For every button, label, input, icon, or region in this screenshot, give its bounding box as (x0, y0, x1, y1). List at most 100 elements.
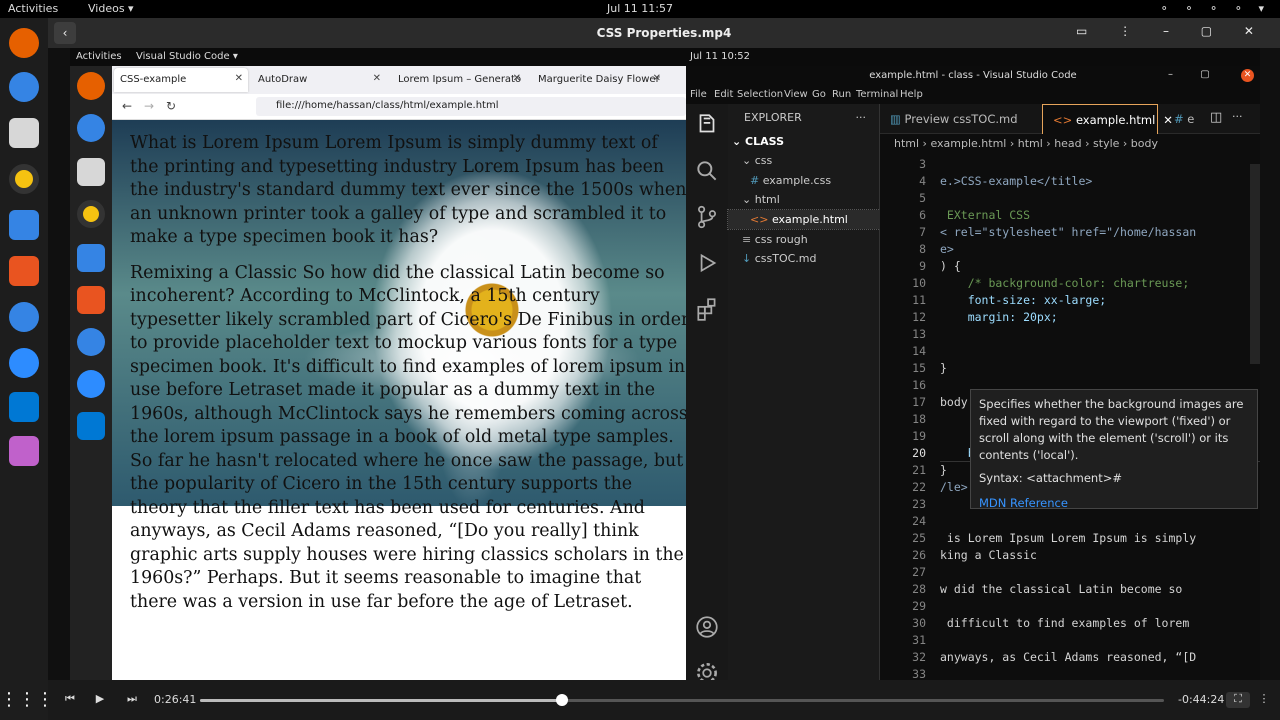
menu-terminal[interactable]: Terminal (856, 89, 898, 100)
code-line[interactable] (940, 564, 1260, 581)
clock[interactable]: Jul 11 11:57 (0, 2, 1280, 15)
code-line[interactable]: e.>CSS-example</title> (940, 173, 1260, 190)
browser-tab[interactable]: Lorem Ipsum – Generato ✕ (392, 68, 526, 92)
code-line[interactable]: font-size: xx-large; (940, 292, 1260, 309)
tab-example-html[interactable]: <> example.html ✕ (1042, 104, 1173, 134)
window-controls[interactable]: ▭ ⋮ – ▢ ✕ (1076, 24, 1268, 38)
menu-icon[interactable]: ⋮ (1252, 692, 1276, 708)
account-icon[interactable] (694, 614, 720, 640)
skip-forward-icon[interactable]: ⏭ (120, 692, 144, 708)
menu-help[interactable]: Help (900, 89, 923, 100)
more-icon[interactable]: ··· (856, 111, 867, 124)
menu-file[interactable]: File (690, 89, 707, 100)
source-control-icon[interactable] (694, 204, 720, 230)
menu-selection[interactable]: Selection (737, 89, 783, 100)
code-line[interactable]: margin: 20px; (940, 309, 1260, 326)
explorer-icon[interactable] (694, 112, 720, 138)
more-icon[interactable]: ··· (1232, 110, 1243, 123)
code-line[interactable]: difficult to find examples of lorem (940, 615, 1260, 632)
tree-item-html-folder[interactable]: ⌄ html (728, 190, 880, 209)
code-line[interactable] (940, 343, 1260, 360)
chevron-down-icon: ⌄ (742, 193, 755, 206)
close-icon[interactable]: ✕ (653, 73, 661, 84)
browser-tab[interactable]: AutoDraw ✕ (252, 68, 386, 92)
line-number: 15 (912, 361, 926, 375)
fullscreen-icon[interactable]: ⛶ (1226, 692, 1250, 708)
run-debug-icon[interactable] (694, 250, 720, 276)
seek-handle[interactable] (555, 694, 568, 706)
tab-overflow[interactable]: # e (1164, 104, 1204, 134)
code-line[interactable] (940, 513, 1260, 530)
chevron-down-icon: ⌄ (742, 154, 755, 167)
code-line[interactable] (940, 190, 1260, 207)
tree-item-css-rough[interactable]: ≡ css rough (728, 230, 880, 249)
code-line[interactable]: } (940, 360, 1260, 377)
forward-arrow-icon[interactable]: → (144, 99, 154, 113)
back-arrow-icon[interactable]: ← (122, 99, 132, 113)
close-icon[interactable]: ✕ (513, 73, 521, 84)
thunderbird-icon[interactable] (9, 72, 39, 102)
line-number: 29 (912, 599, 926, 613)
reload-icon[interactable]: ↻ (166, 99, 176, 113)
seek-bar[interactable] (200, 694, 1164, 706)
hover-syntax: Syntax: <attachment># (979, 471, 1122, 485)
zoom-icon[interactable] (9, 348, 39, 378)
explorer-root[interactable]: ⌄ CLASS (728, 132, 880, 151)
code-line[interactable]: e> (940, 241, 1260, 258)
code-line[interactable] (940, 632, 1260, 649)
breadcrumb[interactable]: html › example.html › html › head › styl… (880, 134, 1260, 154)
code-line[interactable] (940, 666, 1260, 680)
file-icon: ≡ (742, 233, 755, 246)
line-number: 9 (919, 259, 926, 273)
tree-item-example-html[interactable]: <> example.html (727, 209, 881, 230)
code-line[interactable]: king a Classic (940, 547, 1260, 564)
code-line[interactable]: is Lorem Ipsum Lorem Ipsum is simply (940, 530, 1260, 547)
code-line[interactable]: anyways, as Cecil Adams reasoned, “[D (940, 649, 1260, 666)
code-line[interactable] (940, 326, 1260, 343)
browser-tab[interactable]: Marguerite Daisy Flower ✕ (532, 68, 666, 92)
play-icon[interactable]: ▶ (88, 692, 112, 708)
settings-gear-icon[interactable] (694, 660, 720, 680)
videos-icon[interactable] (9, 436, 39, 466)
close-icon[interactable]: ✕ (373, 73, 381, 84)
skip-back-icon[interactable]: ⏮ (58, 692, 82, 708)
browser-tab[interactable]: CSS-example ✕ (114, 68, 248, 92)
mdn-reference-link[interactable]: MDN Reference (979, 495, 1249, 512)
rhythmbox-icon[interactable] (9, 164, 39, 194)
vscode-icon[interactable] (9, 392, 39, 422)
minimap[interactable] (1250, 164, 1260, 364)
code-line[interactable]: ) { (940, 258, 1260, 275)
url-bar[interactable]: file:///home/hassan/class/html/example.h… (256, 97, 686, 116)
close-icon[interactable]: ✕ (1241, 69, 1254, 82)
line-number: 33 (912, 667, 926, 680)
paragraph: What is Lorem Ipsum Lorem Ipsum is simpl… (130, 133, 686, 247)
split-editor-icon[interactable]: ◫ (1210, 110, 1222, 125)
code-line[interactable]: w did the classical Latin become so (940, 581, 1260, 598)
menu-go[interactable]: Go (812, 89, 826, 100)
extensions-icon[interactable] (694, 296, 720, 322)
menu-view[interactable]: View (784, 89, 808, 100)
show-apps-icon[interactable]: ⋮⋮⋮ (0, 680, 54, 720)
status-icons[interactable]: ⚬ ⚬ ⚬ ⚬ ▾ (1160, 2, 1270, 15)
firefox-icon[interactable] (9, 28, 39, 58)
help-icon[interactable] (9, 302, 39, 332)
tab-preview-csstoc[interactable]: ▥ Preview cssTOC.md (880, 104, 1038, 134)
code-line[interactable] (940, 598, 1260, 615)
close-icon[interactable]: ✕ (235, 73, 243, 84)
code-line[interactable] (940, 156, 1260, 173)
window-controls[interactable]: – ▢ (1168, 69, 1252, 80)
tree-item-example-css[interactable]: # example.css (728, 171, 880, 190)
search-icon[interactable] (694, 158, 720, 184)
software-icon[interactable] (9, 256, 39, 286)
code-line[interactable]: < rel="stylesheet" href="/home/hassan (940, 224, 1260, 241)
tree-item-css-folder[interactable]: ⌄ css (728, 151, 880, 170)
tab-label: CSS-example (120, 74, 187, 85)
files-icon[interactable] (9, 118, 39, 148)
tree-item-csstoc[interactable]: ↓ cssTOC.md (728, 249, 880, 268)
editor-area: ▥ Preview cssTOC.md <> example.html ✕ # e… (880, 104, 1260, 680)
writer-icon[interactable] (9, 210, 39, 240)
menu-edit[interactable]: Edit (714, 89, 733, 100)
code-line[interactable]: EXternal CSS (940, 207, 1260, 224)
menu-run[interactable]: Run (832, 89, 851, 100)
code-line[interactable]: /* background-color: chartreuse; (940, 275, 1260, 292)
